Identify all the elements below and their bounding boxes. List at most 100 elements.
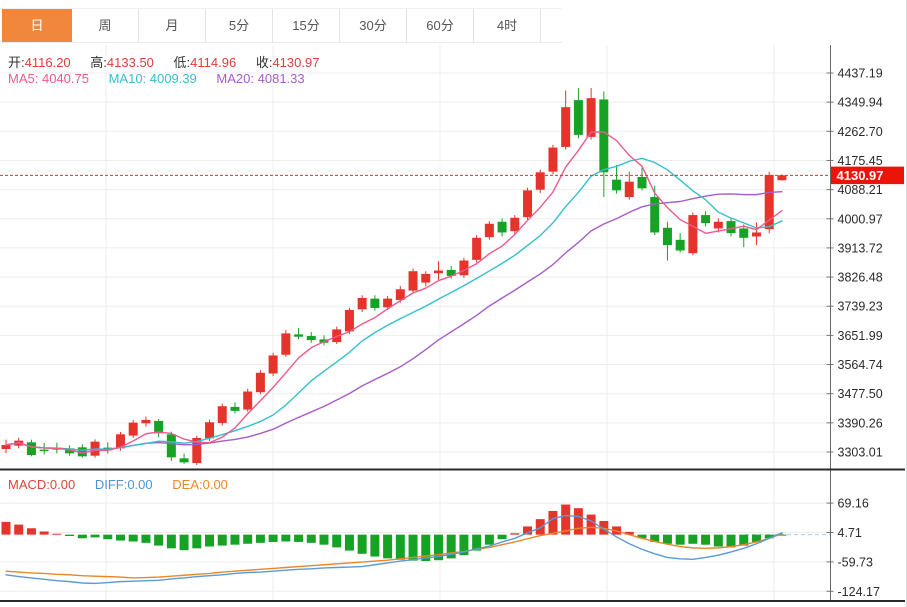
candle — [498, 222, 507, 233]
macd-bar — [192, 535, 201, 549]
macd-bar — [269, 535, 278, 542]
y-axis-label: 3564.74 — [838, 358, 883, 372]
candle — [256, 373, 265, 392]
candle — [180, 458, 189, 462]
close-value: 4130.97 — [272, 55, 319, 70]
candle — [638, 177, 647, 188]
macd-bar — [243, 535, 252, 544]
candle — [129, 423, 138, 436]
candle — [421, 274, 430, 283]
candle — [141, 420, 150, 423]
candle — [40, 450, 49, 451]
candle — [739, 228, 748, 237]
y-axis-label: 4437.19 — [838, 67, 883, 81]
macd-bar — [663, 535, 672, 544]
macd-bar — [587, 515, 596, 535]
candle — [727, 221, 736, 233]
candle — [599, 99, 608, 172]
macd-bar — [332, 535, 341, 548]
macd-bar — [14, 525, 23, 535]
macd-bar — [370, 535, 379, 557]
candle — [434, 271, 443, 274]
ma20-label: MA20: — [216, 71, 254, 86]
candle — [587, 98, 596, 137]
price-tag-label: 4130.97 — [837, 168, 884, 183]
high-value: 4133.50 — [107, 55, 154, 70]
diff-label: DIFF: — [95, 477, 128, 492]
candle — [777, 175, 786, 180]
candle — [294, 334, 303, 336]
macd-bar — [485, 535, 494, 545]
y-axis-label: 3739.23 — [838, 300, 883, 314]
macd-axis-label: 69.16 — [838, 497, 869, 511]
y-axis-label: 3826.48 — [838, 271, 883, 285]
candle — [281, 333, 290, 354]
candle — [243, 392, 252, 410]
macd-bar — [714, 535, 723, 547]
high-label: 高: — [90, 55, 107, 70]
macd-bar — [320, 535, 329, 545]
candle — [752, 232, 761, 236]
macd-axis-label: -59.73 — [838, 555, 873, 569]
macd-bar — [676, 535, 685, 545]
macd-bar — [574, 508, 583, 534]
candle — [523, 190, 532, 217]
macd-axis-label: -124.17 — [838, 585, 880, 599]
ma-readout: MA5: 4040.75 MA10: 4009.39 MA20: 4081.33 — [8, 71, 321, 86]
macd-bar — [383, 535, 392, 559]
candle — [230, 407, 239, 411]
open-value: 4116.20 — [25, 55, 71, 70]
y-axis-label: 4088.21 — [838, 183, 883, 197]
macd-bar — [688, 535, 697, 544]
macd-value: 0.00 — [50, 477, 75, 492]
candle — [167, 434, 176, 457]
candle — [370, 299, 379, 308]
candle — [205, 422, 214, 438]
ma5-label: MA5: — [8, 71, 38, 86]
macd-bar — [345, 535, 354, 551]
trading-chart-page: { "tabs": { "items": [ {"label": "日", "a… — [0, 0, 907, 607]
candle — [218, 406, 227, 423]
macd-bar — [52, 534, 61, 535]
candle — [510, 218, 519, 231]
ma20-value: 4081.33 — [258, 71, 305, 86]
macd-axis-label: 4.71 — [838, 526, 862, 540]
macd-bar — [701, 535, 710, 545]
macd-bar — [2, 522, 11, 535]
macd-bar — [27, 528, 36, 534]
y-axis-label: 3913.72 — [838, 241, 883, 255]
open-label: 开: — [8, 55, 25, 70]
candle — [650, 197, 659, 232]
diff-value: 0.00 — [127, 477, 152, 492]
y-axis-label: 4175.45 — [838, 154, 883, 168]
candle — [663, 228, 672, 245]
candle — [701, 215, 710, 223]
y-axis-label: 3651.99 — [838, 329, 883, 343]
y-axis-label: 3390.26 — [838, 416, 883, 430]
macd-bar — [536, 519, 545, 535]
close-label: 收: — [256, 55, 273, 70]
candle — [269, 355, 278, 373]
macd-bar — [510, 533, 519, 534]
y-axis-label: 4000.97 — [838, 212, 883, 226]
dea-label: DEA: — [172, 477, 202, 492]
low-value: 4114.96 — [190, 55, 236, 70]
macd-bar — [205, 535, 214, 547]
macd-bar — [281, 535, 290, 542]
candle — [574, 100, 583, 135]
y-axis-label: 3303.01 — [838, 446, 883, 460]
candle — [548, 148, 557, 172]
ohlc-readout: 开:4116.20 高:4133.50 低:4114.96 收:4130.97 — [8, 52, 335, 71]
y-axis-label: 3477.50 — [838, 387, 883, 401]
macd-bar — [396, 535, 405, 560]
chart-canvas[interactable]: 4437.194349.944262.704175.454088.214000.… — [0, 0, 907, 607]
diff-line — [6, 515, 782, 583]
candle — [485, 224, 494, 237]
candle — [625, 182, 634, 197]
candle — [765, 175, 774, 229]
macd-bar — [167, 535, 176, 549]
dea-value: 0.00 — [203, 477, 228, 492]
macd-bar — [141, 535, 150, 543]
macd-label: MACD: — [8, 477, 50, 492]
candle — [612, 180, 621, 191]
